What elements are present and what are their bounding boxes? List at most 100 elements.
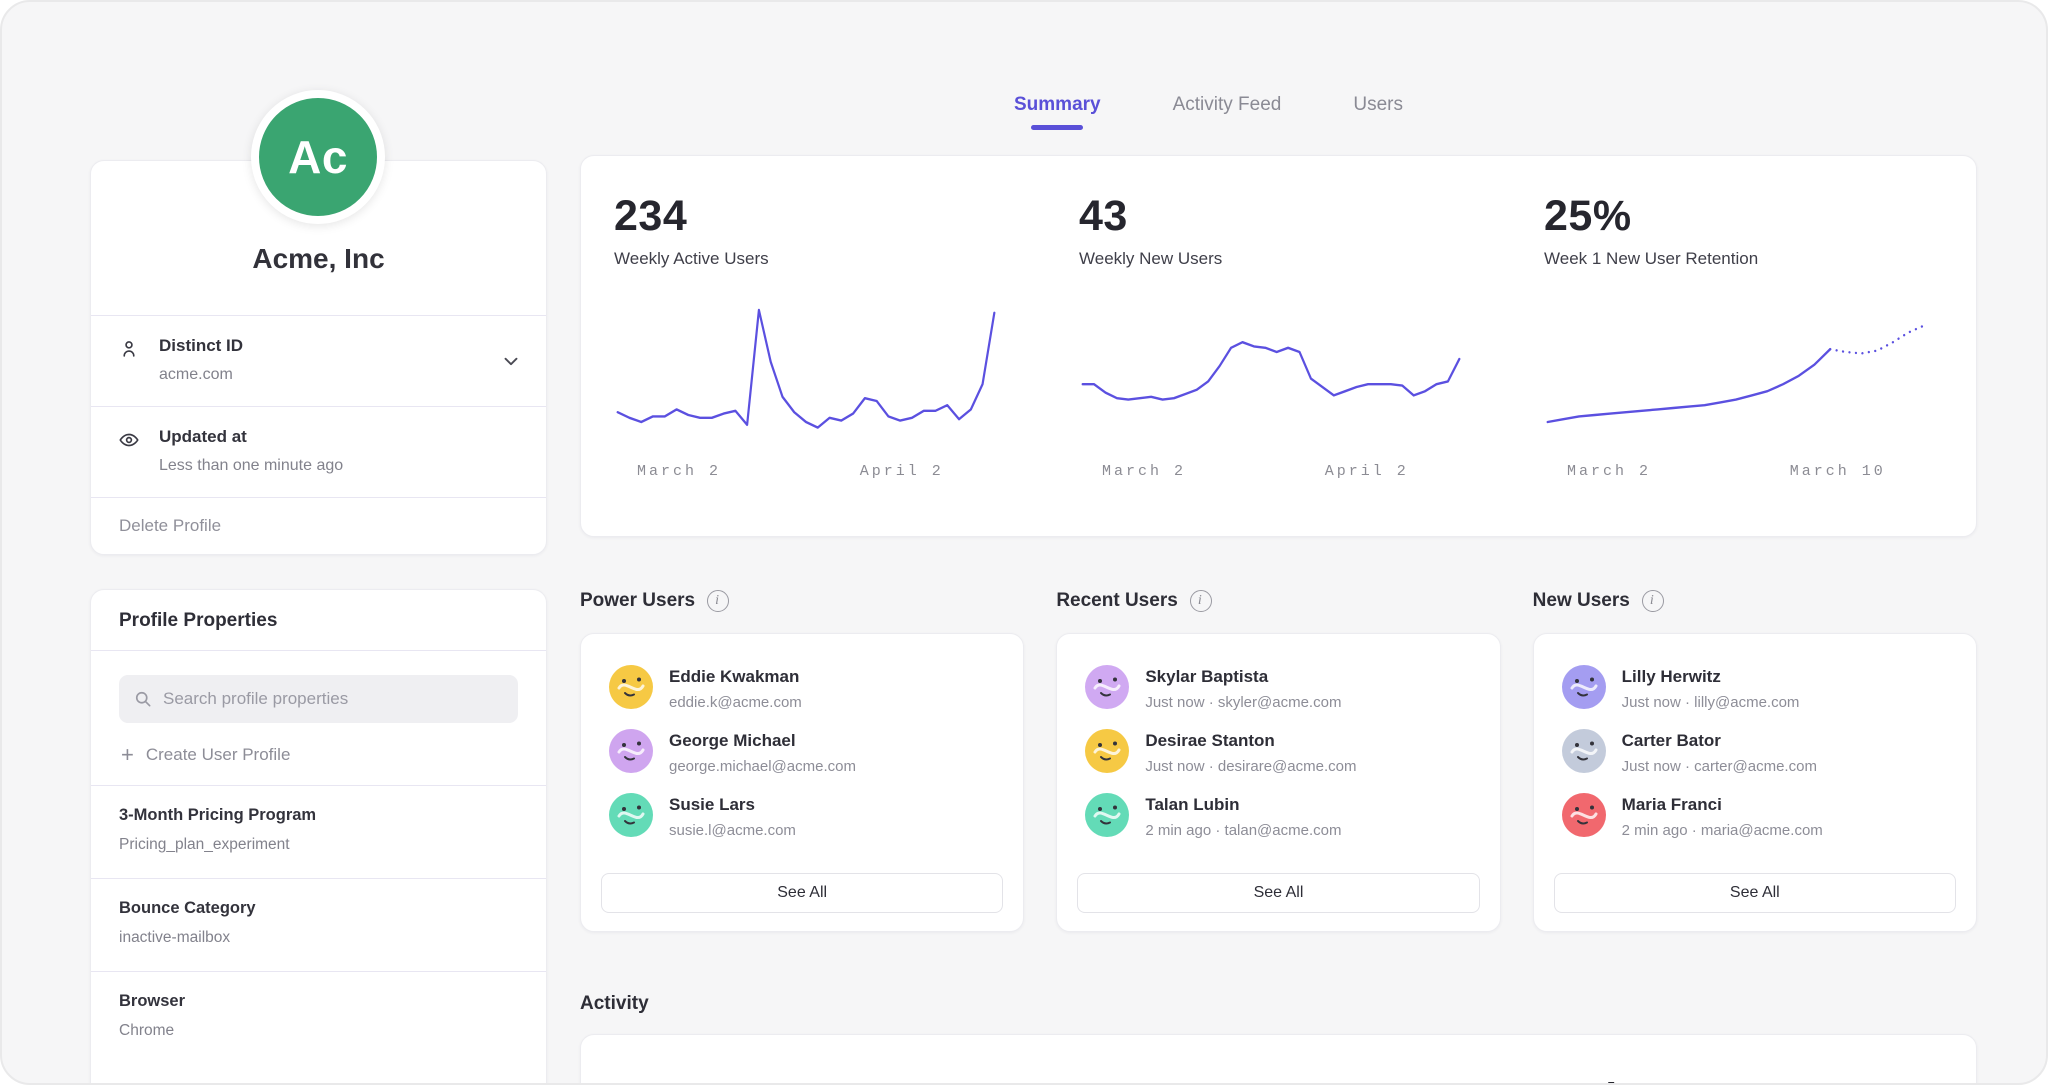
user-meta: Just now · skyler@acme.com [1145,694,1341,711]
user-meta: 2 min ago · maria@acme.com [1622,822,1823,839]
property-row: 3-Month Pricing Program Pricing_plan_exp… [91,785,546,878]
avatar [1085,793,1129,837]
app-window: Ac Acme, Inc Distinct ID acme.com [0,0,2048,1085]
see-all-button[interactable]: See All [601,873,1003,913]
property-value: Chrome [119,1022,518,1040]
chevron-down-icon[interactable] [500,350,522,372]
activity-metric: 3.4k [1511,1075,1976,1085]
user-row[interactable]: Susie Lars susie.l@acme.com [601,788,1003,852]
user-meta: eddie.k@acme.com [669,694,802,711]
activity-value: 240 [1079,1075,1463,1085]
power-users-section: Power Users i Eddie Kwakman eddie.k@acme… [580,589,1024,932]
user-name: Skylar Baptista [1145,665,1341,687]
x-tick: March 2 [1102,463,1186,480]
tab-summary-label: Summary [1014,94,1101,115]
tab-summary[interactable]: Summary [1014,94,1101,130]
search-icon [133,689,153,709]
section-title: New Users [1533,590,1630,612]
user-row[interactable]: Carter Bator Just now · carter@acme.com [1554,724,1956,788]
doodle-face-icon [1562,665,1606,709]
week1-retention-chart [1544,293,1928,453]
profile-properties-search[interactable] [119,675,518,723]
user-row[interactable]: Maria Franci 2 min ago · maria@acme.com [1554,788,1956,852]
user-name: Carter Bator [1622,729,1817,751]
tab-users[interactable]: Users [1353,94,1403,130]
delete-profile-button[interactable]: Delete Profile [91,497,546,554]
user-meta: Just now · lilly@acme.com [1622,694,1800,711]
x-axis: March 2 April 2 [614,463,998,485]
user-row[interactable]: Desirae Stanton Just now · desirare@acme… [1077,724,1479,788]
user-row[interactable]: Lilly Herwitz Just now · lilly@acme.com [1554,660,1956,724]
info-icon[interactable]: i [707,590,729,612]
metric-week1-retention: 25% Week 1 New User Retention March 2 Ma… [1511,192,1976,536]
x-tick: March 10 [1790,463,1886,480]
see-all-button[interactable]: See All [1554,873,1956,913]
user-row[interactable]: Skylar Baptista Just now · skyler@acme.c… [1077,660,1479,724]
info-icon[interactable]: i [1642,590,1664,612]
activity-card: 234 240 3.4k [580,1034,1977,1085]
plus-icon: + [121,745,134,765]
x-axis: March 2 March 10 [1544,463,1928,485]
weekly-new-users-chart [1079,293,1463,453]
updated-at-row: Updated at Less than one minute ago [91,406,546,497]
doodle-face-icon [1085,793,1129,837]
recent-users-section: Recent Users i Skylar Baptista Just now … [1056,589,1500,932]
property-row: Browser Chrome [91,971,546,1064]
x-axis: March 2 April 2 [1079,463,1463,485]
doodle-face-icon [1562,729,1606,773]
avatar [609,729,653,773]
property-value: Pricing_plan_experiment [119,836,518,854]
user-meta: susie.l@acme.com [669,822,796,839]
user-meta: 2 min ago · talan@acme.com [1145,822,1341,839]
user-row[interactable]: Talan Lubin 2 min ago · talan@acme.com [1077,788,1479,852]
sidebar: Ac Acme, Inc Distinct ID acme.com [90,90,547,1085]
recent-users-card: Skylar Baptista Just now · skyler@acme.c… [1056,633,1500,932]
tab-bar: Summary Activity Feed Users [580,94,1977,155]
activity-value: 234 [614,1075,998,1085]
property-name: Browser [119,992,518,1011]
metrics-card: 234 Weekly Active Users March 2 April 2 … [580,155,1977,537]
see-all-button[interactable]: See All [1077,873,1479,913]
profile-properties-title: Profile Properties [91,590,546,650]
distinct-id-row: Distinct ID acme.com [91,315,546,406]
metric-weekly-new-users: 43 Weekly New Users March 2 April 2 [1046,192,1511,536]
user-name: George Michael [669,729,856,751]
user-name: Desirae Stanton [1145,729,1356,751]
doodle-face-icon [609,729,653,773]
activity-heading: Activity [580,992,1977,1016]
info-icon[interactable]: i [1190,590,1212,612]
x-tick: April 2 [860,463,944,480]
activity-value: 3.4k [1544,1075,1928,1085]
profile-properties-card: Profile Properties + Create User Profile… [90,589,547,1085]
avatar [1085,729,1129,773]
avatar [1085,665,1129,709]
section-heading: Power Users i [580,589,1024,613]
user-row[interactable]: George Michael george.michael@acme.com [601,724,1003,788]
search-input[interactable] [163,689,504,709]
property-name: 3-Month Pricing Program [119,806,518,825]
activity-metric: 240 [1046,1075,1511,1085]
company-avatar-initials: Ac [288,130,348,184]
user-row[interactable]: Eddie Kwakman eddie.k@acme.com [601,660,1003,724]
doodle-face-icon [609,665,653,709]
activity-metric: 234 [581,1075,1046,1085]
property-row: Bounce Category inactive-mailbox [91,878,546,971]
user-meta: george.michael@acme.com [669,758,856,775]
user-name: Eddie Kwakman [669,665,802,687]
updated-at-label: Updated at [159,427,518,447]
doodle-face-icon [1085,665,1129,709]
metric-label: Week 1 New User Retention [1544,249,1928,269]
metric-value: 25% [1544,192,1928,241]
doodle-face-icon [1562,793,1606,837]
distinct-id-label: Distinct ID [159,336,518,356]
section-title: Power Users [580,590,695,612]
tab-activity-feed[interactable]: Activity Feed [1173,94,1282,130]
create-user-profile-button[interactable]: + Create User Profile [121,745,518,765]
user-name: Maria Franci [1622,793,1823,815]
doodle-face-icon [1085,729,1129,773]
avatar [1562,665,1606,709]
company-avatar: Ac [251,90,385,224]
x-tick: March 2 [637,463,721,480]
metric-value: 43 [1079,192,1463,241]
person-icon [118,338,140,360]
